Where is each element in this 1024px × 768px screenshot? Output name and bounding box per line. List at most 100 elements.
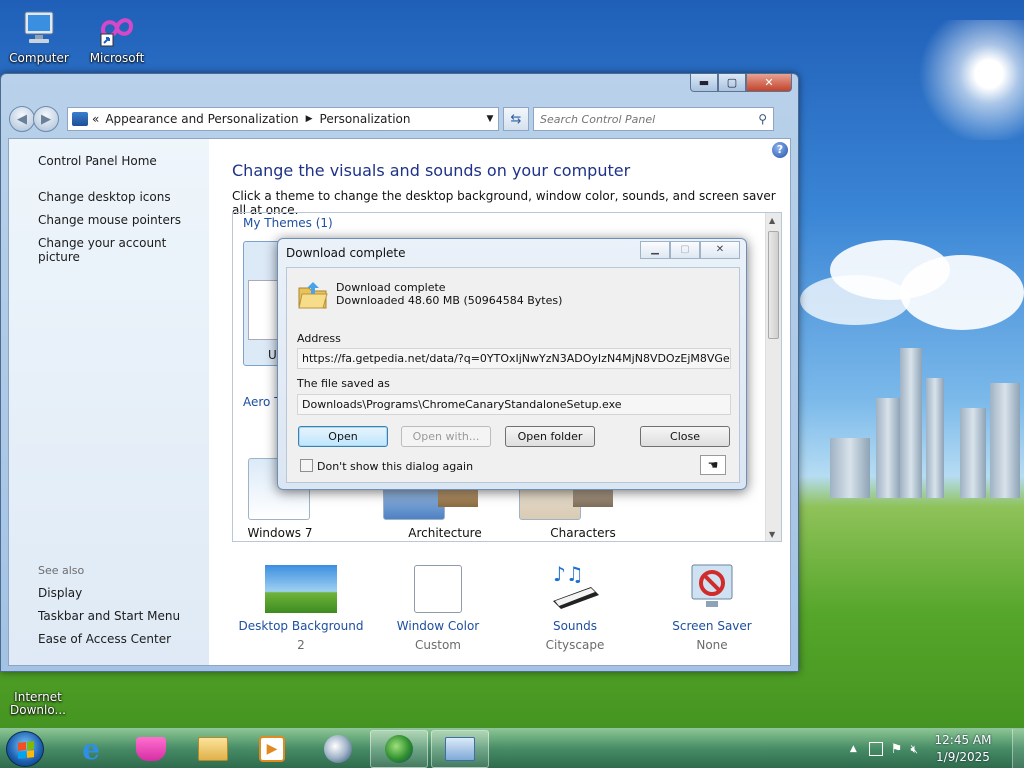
volume-muted-icon[interactable]: 🔇︎: [910, 742, 918, 757]
scroll-up-icon[interactable]: ▲: [769, 216, 775, 225]
desktop-background-item[interactable]: Desktop Background 2: [236, 561, 366, 652]
back-button[interactable]: ◀: [9, 106, 35, 132]
theme-list-scrollbar[interactable]: ▲ ▼: [765, 213, 781, 541]
computer-icon: [19, 8, 59, 48]
clock-time: 12:45 AM: [934, 733, 992, 747]
sidebar-taskbar-start-menu[interactable]: Taskbar and Start Menu: [38, 609, 180, 623]
dialog-heading: Download complete: [336, 281, 446, 294]
theme-characters-label: Characters: [550, 526, 616, 540]
desktop-icon-microsoft[interactable]: Microsoft: [80, 8, 154, 65]
refresh-button[interactable]: ⇆: [503, 107, 529, 131]
tray-expand-icon[interactable]: ▲: [850, 744, 857, 754]
window-color-item[interactable]: Window Color Custom: [373, 561, 503, 652]
window-color-swatch-icon: [414, 565, 462, 613]
taskbar-internet-explorer[interactable]: e: [62, 730, 120, 768]
saved-as-label: The file saved as: [297, 377, 390, 390]
address-bar[interactable]: « Appearance and Personalization ▶ Perso…: [67, 107, 499, 131]
search-input[interactable]: [540, 112, 740, 126]
close-dialog-button[interactable]: Close: [640, 426, 730, 447]
dialog-close-button[interactable]: ✕: [700, 241, 740, 259]
open-button[interactable]: Open: [298, 426, 388, 447]
open-folder-icon: [297, 280, 329, 315]
minimize-button[interactable]: ▬: [690, 74, 718, 92]
internet-explorer-icon: e: [82, 732, 100, 766]
folder-icon: [198, 737, 228, 761]
dialog-minimize-button[interactable]: ▁: [640, 241, 670, 259]
scroll-down-icon[interactable]: ▼: [769, 530, 775, 539]
city-tower: [960, 408, 986, 498]
chevron-down-icon[interactable]: ▼: [482, 114, 498, 124]
dont-show-label[interactable]: Don't show this dialog again: [317, 460, 473, 473]
desktop-icon-label: Computer: [9, 51, 69, 65]
taskbar-control-panel[interactable]: [431, 730, 489, 768]
dialog-maximize-button[interactable]: ▢: [670, 241, 700, 259]
sidebar-change-desktop-icons[interactable]: Change desktop icons: [38, 190, 171, 204]
taskbar-internet-download-manager[interactable]: [370, 730, 428, 768]
sidebar-ease-of-access[interactable]: Ease of Access Center: [38, 632, 171, 646]
action-center-flag-icon[interactable]: ⚑: [891, 742, 903, 757]
address-field[interactable]: https://fa.getpedia.net/data/?q=0YTOxIjN…: [297, 348, 731, 369]
taskbar: e ▶ ▲ ⚑ 🔇︎ 12:45 AM 1/9/2025: [0, 728, 1024, 768]
open-folder-button[interactable]: Open folder: [505, 426, 595, 447]
scroll-thumb[interactable]: [768, 231, 779, 339]
taskbar-browser-globe[interactable]: [309, 730, 367, 768]
media-player-icon: ▶: [259, 736, 285, 762]
taskbar-cat-app[interactable]: [122, 730, 180, 768]
search-icon[interactable]: ⚲: [758, 112, 767, 126]
sidebar-control-panel-home[interactable]: Control Panel Home: [38, 154, 157, 168]
svg-text:♪♫: ♪♫: [553, 562, 584, 586]
city-tower: [876, 398, 900, 498]
hand-pointer-icon[interactable]: ☚: [700, 455, 726, 475]
sidebar-change-mouse-pointers[interactable]: Change mouse pointers: [38, 213, 181, 227]
sidebar: Control Panel Home Change desktop icons …: [9, 139, 209, 665]
forward-button[interactable]: ▶: [33, 106, 59, 132]
desktop-background-label: Desktop Background: [238, 619, 364, 633]
network-icon[interactable]: [868, 742, 883, 756]
sidebar-display[interactable]: Display: [38, 586, 82, 600]
screen-saver-value: None: [696, 638, 728, 652]
download-manager-icon: [385, 735, 413, 763]
cat-icon: [136, 737, 166, 761]
downloaded-size: Downloaded 48.60 MB (50964584 Bytes): [336, 294, 563, 307]
dialog-title: Download complete: [286, 246, 406, 260]
screen-saver-item[interactable]: Screen Saver None: [647, 561, 777, 652]
breadcrumb-personalization[interactable]: Personalization: [320, 112, 411, 126]
sounds-label: Sounds: [552, 619, 598, 633]
city-tower: [990, 383, 1020, 498]
landscape-icon: [265, 565, 337, 613]
taskbar-media-player[interactable]: ▶: [243, 730, 301, 768]
sidebar-change-account-picture[interactable]: Change your account picture: [38, 236, 209, 264]
dialog-controls: ▁ ▢ ✕: [640, 241, 740, 259]
globe-icon: [324, 735, 352, 763]
sounds-item[interactable]: ♪♫ Sounds Cityscape: [510, 561, 640, 652]
refresh-icon: ⇆: [510, 111, 522, 127]
sun-glare: [884, 20, 1024, 140]
clock[interactable]: 12:45 AM 1/9/2025: [928, 732, 998, 766]
desktop-icon-internet-download[interactable]: Internet Downlo...: [1, 678, 75, 730]
dont-show-checkbox[interactable]: [300, 459, 313, 472]
control-panel-taskbar-icon: [445, 737, 475, 761]
breadcrumb-prefix: «: [92, 112, 100, 126]
screen-saver-label: Screen Saver: [672, 619, 752, 633]
city-tower: [830, 438, 870, 498]
desktop-icon-computer[interactable]: Computer: [2, 8, 76, 65]
window-color-label: Window Color: [396, 619, 480, 633]
show-desktop-button[interactable]: [1012, 729, 1024, 768]
back-arrow-icon: ◀: [17, 111, 27, 127]
desktop-background-value: 2: [297, 638, 305, 652]
saved-path-field[interactable]: Downloads\Programs\ChromeCanaryStandalon…: [297, 394, 731, 415]
clock-date: 1/9/2025: [936, 750, 990, 764]
help-icon[interactable]: ?: [772, 142, 788, 158]
start-button[interactable]: [6, 731, 44, 767]
taskbar-file-explorer[interactable]: [184, 730, 242, 768]
music-keyboard-icon: ♪♫: [539, 561, 611, 613]
maximize-button[interactable]: ▢: [718, 74, 746, 92]
search-box[interactable]: ⚲: [533, 107, 774, 131]
windows-logo-icon: [18, 741, 34, 759]
close-button[interactable]: ✕: [746, 74, 792, 92]
breadcrumb-appearance[interactable]: Appearance and Personalization: [105, 112, 298, 126]
theme-architecture-label: Architecture: [408, 526, 482, 540]
open-with-button[interactable]: Open with...: [401, 426, 491, 447]
page-title: Change the visuals and sounds on your co…: [232, 161, 631, 180]
breadcrumb-separator-icon[interactable]: ▶: [306, 114, 313, 124]
